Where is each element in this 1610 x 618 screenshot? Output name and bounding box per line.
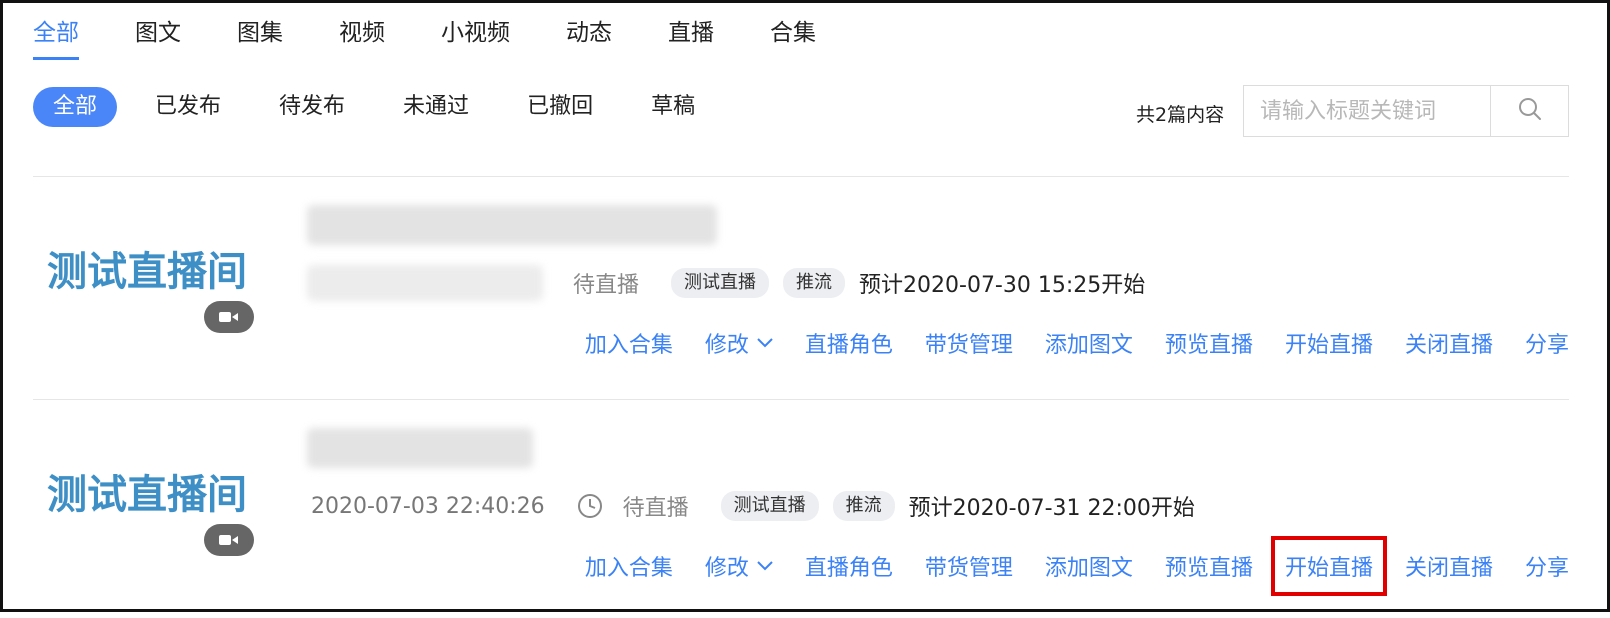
tab-article[interactable]: 图文	[135, 15, 181, 51]
tag-stream: 推流	[832, 491, 895, 521]
tag-stream: 推流	[783, 268, 846, 298]
tag-test-live: 测试直播	[720, 491, 819, 521]
status-text: 待直播	[622, 496, 689, 521]
item-title-blurred[interactable]	[307, 428, 533, 468]
commerce-management-link[interactable]: 带货管理	[925, 327, 1013, 359]
filter-all[interactable]: 全部	[33, 87, 118, 127]
commerce-management-link[interactable]: 带货管理	[925, 550, 1013, 582]
item-meta: 待直播 测试直播 推流 预计2020-07-30 15:25开始	[573, 267, 1145, 299]
edit-label: 修改	[704, 333, 749, 358]
search-input[interactable]	[1244, 86, 1490, 136]
video-camera-icon	[204, 301, 254, 333]
tab-moments[interactable]: 动态	[566, 15, 612, 51]
filter-draft[interactable]: 草稿	[631, 87, 715, 127]
tab-gallery[interactable]: 图集	[237, 15, 283, 51]
filter-withdrawn[interactable]: 已撤回	[507, 87, 613, 127]
start-live-link[interactable]: 开始直播	[1270, 536, 1387, 596]
thumbnail-title: 测试直播间	[47, 472, 247, 518]
search-button[interactable]	[1490, 86, 1568, 136]
share-link[interactable]: 分享	[1525, 327, 1569, 359]
search-icon	[1517, 96, 1543, 126]
add-to-collection-link[interactable]: 加入合集	[585, 327, 673, 359]
filter-pending[interactable]: 待发布	[259, 87, 365, 127]
tab-all[interactable]: 全部	[33, 15, 79, 60]
live-roles-link[interactable]: 直播角色	[805, 327, 893, 359]
action-bar: 加入合集 修改 直播角色 带货管理 添加图文 预览直播 开始直播 关闭直播 分享	[553, 327, 1569, 359]
schedule-text: 预计2020-07-31 22:00开始	[908, 496, 1195, 521]
add-article-link[interactable]: 添加图文	[1045, 550, 1133, 582]
content-count: 共2篇内容	[1136, 104, 1225, 126]
edit-label: 修改	[704, 556, 749, 581]
close-live-link[interactable]: 关闭直播	[1405, 550, 1493, 582]
edit-dropdown[interactable]: 修改	[705, 327, 773, 359]
tab-live[interactable]: 直播	[668, 15, 714, 51]
item-date-blurred	[307, 265, 543, 301]
tag-test-live: 测试直播	[671, 268, 770, 298]
close-live-link[interactable]: 关闭直播	[1405, 327, 1493, 359]
thumbnail[interactable]: 测试直播间	[33, 462, 263, 582]
created-date: 2020-07-03 22:40:26	[311, 493, 545, 519]
status-filter-row: 全部 已发布 待发布 未通过 已撤回 草稿	[33, 87, 733, 127]
chevron-down-icon	[757, 338, 773, 348]
thumbnail-title: 测试直播间	[47, 249, 247, 295]
item-title-blurred[interactable]	[307, 205, 717, 245]
add-to-collection-link[interactable]: 加入合集	[585, 550, 673, 582]
video-camera-icon	[204, 524, 254, 556]
share-link[interactable]: 分享	[1525, 550, 1569, 582]
tab-short-video[interactable]: 小视频	[441, 15, 510, 51]
add-article-link[interactable]: 添加图文	[1045, 327, 1133, 359]
preview-live-link[interactable]: 预览直播	[1165, 550, 1253, 582]
clock-icon	[577, 493, 603, 519]
content-type-tabs: 全部 图文 图集 视频 小视频 动态 直播 合集	[33, 15, 872, 60]
search-box	[1243, 85, 1569, 137]
item-meta: 2020-07-03 22:40:26 待直播 测试直播 推流 预计2020-0…	[311, 490, 1195, 522]
preview-live-link[interactable]: 预览直播	[1165, 327, 1253, 359]
page-frame: 全部 图文 图集 视频 小视频 动态 直播 合集 全部 已发布 待发布 未通过 …	[0, 0, 1610, 612]
live-roles-link[interactable]: 直播角色	[805, 550, 893, 582]
start-live-link[interactable]: 开始直播	[1285, 327, 1373, 359]
filter-rejected[interactable]: 未通过	[383, 87, 489, 127]
list-item: 测试直播间 2020-07-03 22:40:26 待直播 测试直播 推流 预计…	[3, 400, 1610, 618]
edit-dropdown[interactable]: 修改	[705, 550, 773, 582]
schedule-text: 预计2020-07-30 15:25开始	[859, 273, 1146, 298]
chevron-down-icon	[757, 561, 773, 571]
thumbnail[interactable]: 测试直播间	[33, 239, 263, 359]
status-text: 待直播	[573, 273, 640, 298]
tab-collection[interactable]: 合集	[770, 15, 816, 51]
list-item: 测试直播间 待直播 测试直播 推流 预计2020-07-30 15:25开始 加…	[3, 177, 1610, 395]
filter-published[interactable]: 已发布	[135, 87, 241, 127]
tab-video[interactable]: 视频	[339, 15, 385, 51]
action-bar: 加入合集 修改 直播角色 带货管理 添加图文 预览直播 开始直播 关闭直播 分享	[553, 536, 1569, 596]
